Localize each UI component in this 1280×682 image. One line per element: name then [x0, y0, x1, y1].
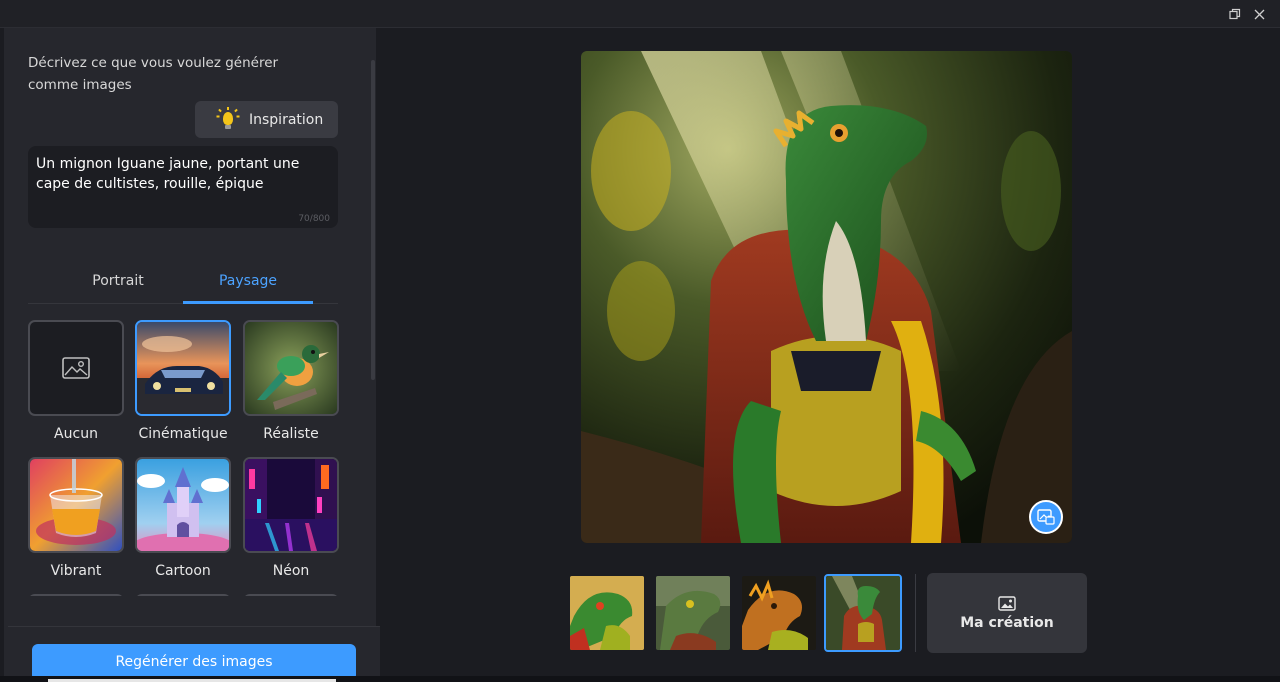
no-image-icon: [62, 357, 90, 379]
my-creation-button[interactable]: Ma création: [927, 573, 1087, 653]
style-thumb-vibrant[interactable]: [28, 457, 124, 553]
style-label-neon: Néon: [272, 563, 310, 579]
prompt-text[interactable]: Un mignon Iguane jaune, portant une cape…: [36, 154, 330, 194]
style-label-cinematique: Cinématique: [138, 426, 228, 442]
style-cartoon[interactable]: Cartoon: [135, 457, 231, 579]
thumbnail-1[interactable]: [568, 574, 646, 652]
style-thumb-realiste[interactable]: [243, 320, 339, 416]
style-cinematique[interactable]: Cinématique: [135, 320, 231, 442]
lightbulb-icon: [216, 106, 240, 131]
tab-portrait[interactable]: Portrait: [53, 264, 183, 304]
style-aucun[interactable]: Aucun: [28, 320, 124, 442]
close-icon[interactable]: [1248, 4, 1270, 24]
style-label-realiste: Réaliste: [263, 426, 319, 442]
tab-paysage[interactable]: Paysage: [183, 264, 313, 304]
style-label-vibrant: Vibrant: [50, 563, 102, 579]
orientation-tabs: Portrait Paysage: [28, 264, 338, 304]
sidebar: Décrivez ce que vous voulez générer comm…: [4, 28, 380, 682]
style-partial-2[interactable]: [135, 594, 231, 596]
prompt-label: Décrivez ce que vous voulez générer comm…: [28, 55, 279, 93]
thumbnail-3[interactable]: [740, 574, 818, 652]
my-creation-label: Ma création: [960, 614, 1054, 631]
style-thumb-aucun[interactable]: [28, 320, 124, 416]
style-vibrant[interactable]: Vibrant: [28, 457, 124, 579]
sidebar-footer: Regénérer des images: [8, 626, 380, 682]
thumbnail-divider: [915, 574, 916, 652]
char-count: 70/800: [298, 214, 330, 224]
style-label-aucun: Aucun: [54, 426, 98, 442]
style-partial-1[interactable]: [28, 594, 124, 596]
title-bar: [0, 0, 1280, 28]
style-partial-3[interactable]: [243, 594, 339, 596]
sidebar-scrollbar[interactable]: [371, 60, 375, 380]
bottom-strip: [0, 676, 1280, 682]
style-label-cartoon: Cartoon: [155, 563, 211, 579]
style-thumb-neon[interactable]: [243, 457, 339, 553]
prompt-input[interactable]: Un mignon Iguane jaune, portant une cape…: [28, 146, 338, 228]
style-realiste[interactable]: Réaliste: [243, 320, 339, 442]
inspiration-label: Inspiration: [249, 111, 324, 128]
thumbnail-2[interactable]: [654, 574, 732, 652]
style-thumb-cinematique[interactable]: [135, 320, 231, 416]
style-grid: Aucun Cinématique Réaliste Vibrant Carto…: [28, 320, 340, 596]
thumbnail-4[interactable]: [824, 574, 902, 652]
style-thumb-cartoon[interactable]: [135, 457, 231, 553]
style-neon[interactable]: Néon: [243, 457, 339, 579]
inspiration-button[interactable]: Inspiration: [195, 101, 338, 138]
generated-image: [581, 51, 1072, 543]
restore-icon[interactable]: [1224, 4, 1246, 24]
image-save-icon[interactable]: [1029, 500, 1063, 534]
image-icon: [998, 595, 1016, 611]
